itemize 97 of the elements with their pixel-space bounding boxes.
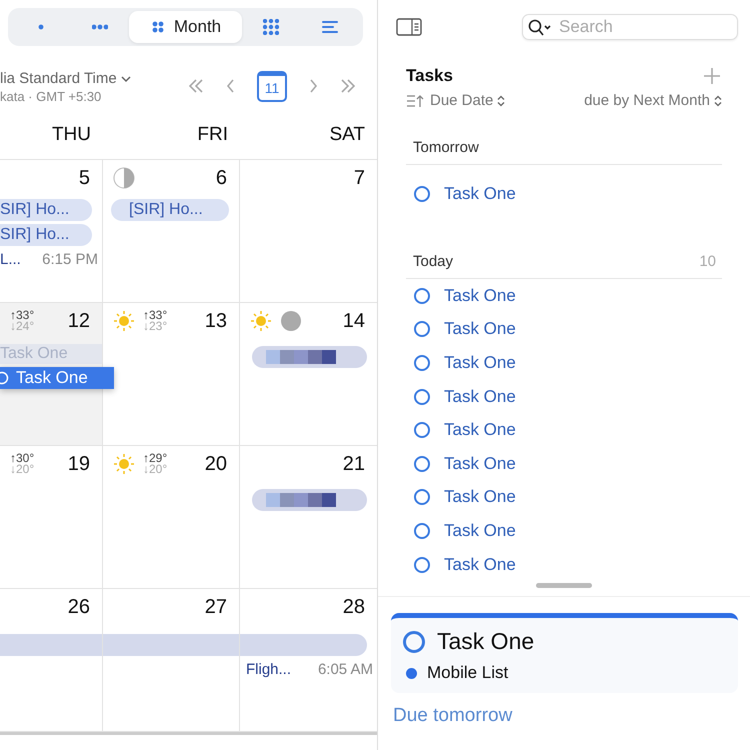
tasks-title: Tasks (406, 66, 453, 86)
day-number: 26 (68, 596, 90, 618)
task-checkbox[interactable] (414, 456, 430, 472)
day-cell[interactable]: 21 (240, 446, 377, 589)
high-temperature: ↑33° (143, 310, 168, 321)
task-checkbox[interactable] (414, 522, 430, 539)
task-item[interactable]: Task One (406, 346, 722, 380)
high-temperature: ↑29° (143, 453, 168, 464)
low-temperature: ↓20° (143, 464, 168, 475)
event-time: 6:05 AM (318, 661, 373, 678)
lines-icon (321, 19, 340, 35)
task-checkbox[interactable] (414, 388, 430, 405)
section-title: Tomorrow (413, 139, 479, 156)
day-number: 21 (342, 452, 365, 476)
low-temperature: ↓24° (10, 321, 34, 332)
day-cell[interactable]: ↑30° ↓20° 19 (0, 446, 103, 589)
sort-icon (406, 94, 426, 108)
sun-icon (250, 310, 272, 332)
drop-preview-event: Task One (0, 344, 102, 364)
list-name: Mobile List (427, 663, 508, 683)
task-checkbox[interactable] (403, 630, 425, 652)
pixelated-event[interactable] (252, 346, 367, 368)
timezone-detail: kata · GMT +5:30 (0, 89, 102, 104)
timezone-selector[interactable]: lia Standard Time (0, 70, 131, 87)
event-title[interactable]: Fligh... (246, 661, 292, 678)
event-pill[interactable]: SIR] Ho... (0, 199, 92, 221)
high-temperature: ↑33° (10, 310, 34, 321)
task-title: Task One (437, 628, 534, 655)
double-chevron-right-icon[interactable] (339, 77, 357, 95)
day-cell[interactable]: 27 (103, 589, 240, 732)
day-number: 12 (68, 310, 90, 332)
chevron-down-icon[interactable] (120, 74, 131, 82)
day-cell[interactable]: ↑29° ↓20° 20 (103, 446, 240, 589)
day-cell[interactable]: 28 Fligh... 6:05 AM (240, 589, 377, 732)
task-item[interactable]: Task One (406, 446, 722, 481)
double-chevron-left-icon[interactable] (187, 77, 205, 95)
event-pill[interactable]: SIR] Ho... (0, 224, 92, 246)
search-field[interactable]: Search (522, 14, 738, 40)
sun-icon (113, 453, 135, 475)
event-time: 6:15 PM (42, 251, 98, 268)
resize-handle[interactable] (536, 583, 592, 588)
task-item[interactable]: Task One (406, 279, 722, 313)
event-title[interactable]: L... (0, 251, 21, 268)
task-checkbox[interactable] (414, 422, 430, 438)
day-cell[interactable]: 26 (0, 589, 103, 732)
weekday-label: THU (0, 116, 103, 160)
task-checkbox[interactable] (414, 556, 430, 573)
task-checkbox[interactable] (414, 354, 430, 371)
task-item[interactable]: Task One (406, 177, 722, 211)
day-number: 7 (354, 166, 365, 190)
task-checkbox[interactable] (414, 186, 430, 202)
day-cell[interactable]: 7 (240, 160, 377, 303)
up-down-chevron-icon (497, 94, 506, 106)
high-temperature: ↑30° (10, 453, 34, 464)
day-number: 27 (204, 596, 227, 618)
task-item[interactable]: Task One (406, 312, 722, 346)
dots-icon (150, 19, 166, 35)
task-item[interactable]: Task One (406, 548, 722, 579)
day-number: 13 (204, 310, 227, 332)
full-moon-icon (280, 310, 302, 332)
dragged-task[interactable]: Task One (0, 367, 114, 389)
day-number: 5 (78, 166, 90, 190)
search-icon (528, 19, 552, 37)
day-number: 28 (342, 596, 365, 618)
task-checkbox[interactable] (414, 489, 430, 506)
task-item[interactable]: Task One (406, 380, 722, 414)
section-count: 10 (699, 253, 716, 270)
add-icon[interactable] (702, 66, 722, 86)
day-cell[interactable]: 6 [SIR] Ho... (103, 160, 240, 303)
filter-selector[interactable]: due by Next Month (584, 92, 722, 109)
sidebar-icon[interactable] (396, 18, 422, 36)
dots-icon (263, 19, 280, 35)
view-tab[interactable]: Month (129, 11, 242, 43)
up-down-chevron-icon (714, 94, 722, 106)
task-item[interactable]: Task One (406, 514, 722, 548)
day-number: 6 (216, 166, 227, 190)
event-pill[interactable]: [SIR] Ho... (111, 199, 229, 221)
weekday-label: SAT (240, 116, 377, 160)
day-cell[interactable]: 14 (240, 303, 377, 446)
task-checkbox[interactable] (414, 321, 430, 338)
day-number: 20 (204, 452, 227, 476)
weekday-label: FRI (103, 116, 240, 160)
task-item[interactable]: Task One (406, 413, 722, 447)
today-button[interactable]: 11 (257, 70, 287, 102)
day-number: 14 (342, 310, 365, 332)
sort-selector[interactable]: Due Date (406, 92, 506, 109)
low-temperature: ↓20° (10, 464, 34, 475)
due-date: Due tomorrow (392, 704, 514, 727)
section-title: Today (413, 253, 454, 270)
day-cell[interactable]: 5 SIR] Ho... SIR] Ho... L... 6:15 PM (0, 160, 103, 303)
task-checkbox[interactable] (414, 288, 430, 304)
sun-icon (113, 310, 135, 332)
day-number: 19 (68, 452, 90, 476)
half-moon-icon (113, 167, 135, 189)
task-item[interactable]: Task One (406, 480, 722, 514)
low-temperature: ↓23° (143, 321, 168, 332)
pixelated-event[interactable] (252, 489, 367, 511)
